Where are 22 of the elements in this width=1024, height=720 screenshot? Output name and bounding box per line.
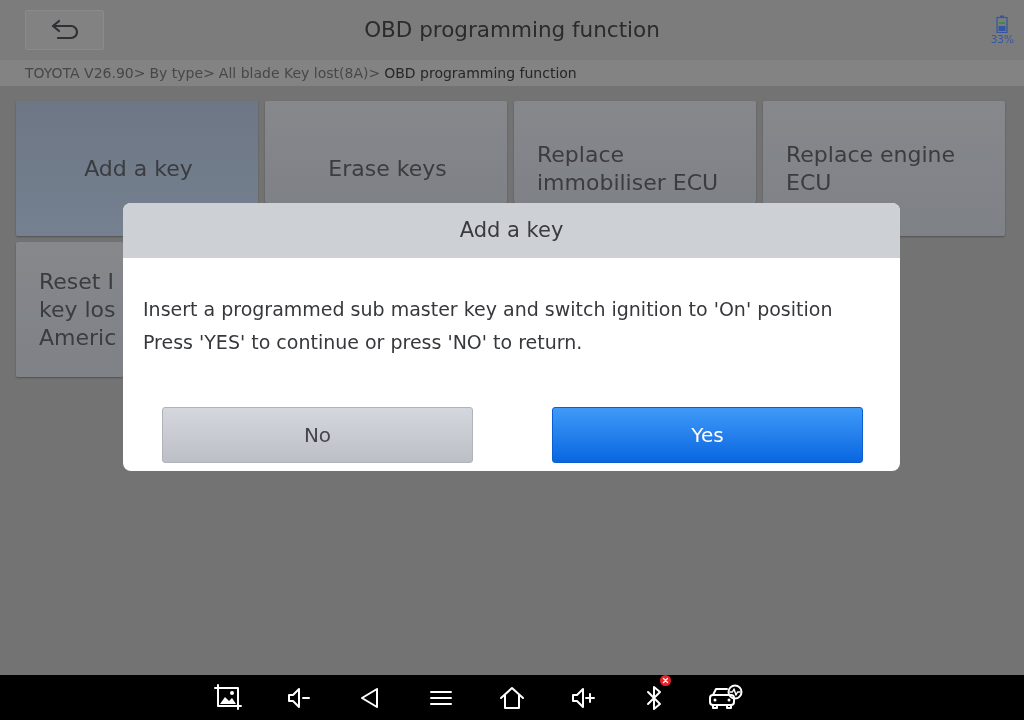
return-arrow-icon xyxy=(49,19,80,41)
dialog-button[interactable]: No xyxy=(162,407,473,463)
image-icon[interactable] xyxy=(213,683,242,712)
dialog-button[interactable]: Yes xyxy=(552,407,863,463)
function-tile[interactable]: Reset I key los Americ xyxy=(16,242,123,377)
error-badge-icon xyxy=(660,674,671,686)
dialog-title: Add a key xyxy=(459,216,564,244)
function-tile[interactable]: Replace immobiliser ECU xyxy=(514,101,756,203)
back-button[interactable] xyxy=(25,10,104,50)
breadcrumb-link[interactable]: TOYOTA V26.90 xyxy=(25,62,134,84)
breadcrumb-separator: > xyxy=(133,63,146,83)
breadcrumb-separator: > xyxy=(203,63,215,83)
battery-percent: 33% xyxy=(990,34,1014,45)
battery-icon xyxy=(996,15,1009,34)
breadcrumb-link[interactable]: All blade Key lost(8A) xyxy=(218,62,369,84)
breadcrumb-link[interactable]: By type xyxy=(149,62,204,84)
function-tile[interactable]: Erase keys xyxy=(265,101,507,203)
breadcrumb-link[interactable]: OBD programming function xyxy=(384,62,577,84)
dialog-message: Insert a programmed sub master key and switch ignition to 'On' position Press 'YES' to continue or press 'NO' to return. xyxy=(143,297,834,355)
car-diagnostic-icon[interactable] xyxy=(706,683,743,712)
breadcrumb-separator: > xyxy=(368,63,381,83)
page-title: OBD programming function xyxy=(364,15,660,44)
